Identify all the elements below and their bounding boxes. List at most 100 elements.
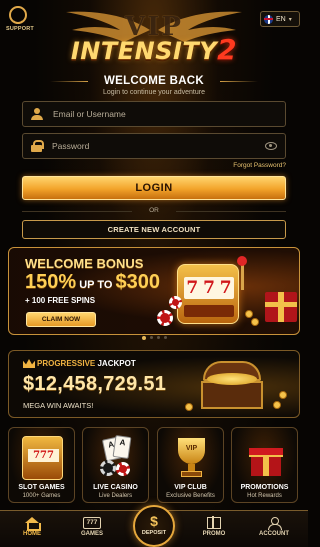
jackpot-label-suffix: JACKPOT — [95, 359, 136, 368]
account-icon — [268, 517, 282, 530]
treasure-chest-icon — [197, 359, 267, 413]
crown-icon — [23, 359, 35, 368]
home-icon — [25, 517, 41, 531]
gift-icon — [245, 436, 286, 480]
claim-now-button[interactable]: CLAIM NOW — [26, 312, 96, 327]
trophy-stem — [188, 464, 195, 471]
slot-machine-icon: 7 7 7 — [177, 264, 239, 324]
bonus-title: WELCOME BONUS — [25, 256, 144, 271]
login-button[interactable]: LOGIN — [22, 176, 286, 200]
support-label: SUPPORT — [6, 26, 34, 32]
slot-lever-icon — [241, 262, 244, 290]
carousel-dot[interactable] — [141, 335, 146, 340]
category-subtitle: Exclusive Benefits — [166, 493, 215, 499]
trophy-text: VIP — [185, 445, 198, 452]
slot-art-text: 777 — [28, 449, 59, 462]
logo-title: INTENSITY2 — [58, 33, 250, 66]
chest-box — [201, 381, 263, 409]
jackpot-banner[interactable]: PROGRESSIVE JACKPOT $12,458,729.51 MEGA … — [8, 350, 300, 418]
coin-icon — [185, 403, 193, 411]
category-live-casino[interactable]: A A LIVE CASINO Live Dealers — [82, 427, 149, 503]
username-placeholder: Email or Username — [53, 109, 126, 119]
slot-base — [184, 305, 234, 317]
category-subtitle: Live Dealers — [98, 493, 133, 499]
coin-icon — [245, 310, 253, 318]
welcome-subtitle: Login to continue your adventure — [103, 89, 205, 96]
bonus-percent: 150% — [25, 271, 77, 293]
coin-icon — [273, 401, 281, 409]
jackpot-amount: $12,458,729.51 — [23, 373, 167, 395]
category-subtitle: Hot Rewards — [247, 493, 282, 499]
slot-machine-icon: 777 — [22, 436, 63, 480]
support-button[interactable]: SUPPORT — [6, 6, 34, 32]
trophy-base — [181, 471, 202, 477]
logo-main-text: INTENSITY — [70, 37, 218, 65]
headset-icon — [9, 6, 27, 24]
nav-home-label: HOME — [23, 531, 41, 537]
category-promotions[interactable]: PROMOTIONS Hot Rewards — [231, 427, 298, 503]
nav-deposit[interactable]: $ DEPOSIT — [133, 505, 175, 547]
nav-promo[interactable]: PROMO — [189, 512, 239, 537]
slot-symbol: 7 — [203, 278, 215, 298]
create-account-button[interactable]: CREATE NEW ACCOUNT — [22, 220, 286, 239]
lock-icon — [31, 140, 44, 152]
coin-icon — [251, 318, 259, 326]
bonus-amount: $300 — [115, 271, 160, 293]
slot-knob-icon — [237, 256, 247, 266]
welcome-bonus-banner[interactable]: WELCOME BONUS 150% UP TO $300 + 100 FREE… — [8, 247, 300, 335]
coin-icon — [279, 391, 287, 399]
dollar-icon: $ — [150, 513, 158, 529]
jackpot-label-prefix: PROGRESSIVE — [37, 359, 96, 368]
playing-card: A — [112, 434, 132, 460]
or-label: OR — [149, 207, 159, 214]
nav-home[interactable]: HOME — [7, 512, 57, 537]
username-field[interactable]: Email or Username — [22, 101, 286, 127]
nav-games-label: GAMES — [80, 531, 103, 537]
eye-icon[interactable] — [265, 142, 277, 150]
password-placeholder: Password — [52, 141, 90, 151]
gift-icon — [207, 516, 221, 529]
category-title: SLOT GAMES — [18, 484, 65, 491]
nav-games[interactable]: 777 GAMES — [67, 512, 117, 537]
nav-account[interactable]: ACCOUNT — [249, 512, 299, 537]
category-title: PROMOTIONS — [240, 484, 289, 491]
bonus-free-spins: + 100 FREE SPINS — [25, 296, 96, 305]
nav-deposit-label: DEPOSIT — [141, 530, 167, 536]
poker-chip-icon — [116, 462, 130, 476]
gift-icon — [265, 292, 297, 322]
password-field[interactable]: Password — [22, 133, 286, 159]
bonus-offer: 150% UP TO $300 — [25, 271, 160, 294]
logo: VIP INTENSITY2 — [58, 6, 250, 68]
slot-machine-icon: 777 — [83, 517, 101, 529]
carousel-dot[interactable] — [149, 336, 153, 339]
poker-chip-icon — [169, 296, 182, 309]
language-label: EN — [276, 15, 286, 23]
category-title: VIP CLUB — [174, 484, 207, 491]
category-title: LIVE CASINO — [93, 484, 138, 491]
trophy-cup: VIP — [178, 438, 205, 464]
slot-reels: 7 7 7 — [184, 277, 234, 299]
jackpot-tagline: MEGA WIN AWAITS! — [23, 401, 94, 410]
welcome-title: WELCOME BACK — [103, 75, 205, 87]
poker-chip-icon — [100, 460, 116, 476]
gift-box — [249, 448, 283, 476]
nav-promo-label: PROMO — [202, 531, 226, 537]
trophy-icon: VIP — [171, 436, 212, 480]
category-vip-club[interactable]: VIP VIP CLUB Exclusive Benefits — [157, 427, 224, 503]
slot-symbol: 7 — [219, 278, 232, 298]
gold-pile — [207, 373, 257, 385]
chevron-down-icon: ▾ — [288, 16, 292, 23]
uk-flag-icon — [264, 14, 273, 24]
carousel-dot[interactable] — [163, 336, 167, 339]
category-subtitle: 1000+ Games — [22, 493, 61, 499]
language-selector[interactable]: EN ▾ — [260, 11, 300, 27]
bonus-upto: UP TO — [76, 279, 116, 291]
user-icon — [31, 108, 43, 120]
jackpot-label: PROGRESSIVE JACKPOT — [37, 359, 136, 368]
forgot-password-link[interactable]: Forgot Password? — [233, 162, 286, 169]
poker-chip-icon — [157, 310, 173, 326]
nav-account-label: ACCOUNT — [259, 531, 289, 537]
carousel-dot[interactable] — [156, 336, 160, 339]
category-slot-games[interactable]: 777 SLOT GAMES 1000+ Games — [8, 427, 75, 503]
carousel-indicators[interactable] — [0, 335, 308, 340]
